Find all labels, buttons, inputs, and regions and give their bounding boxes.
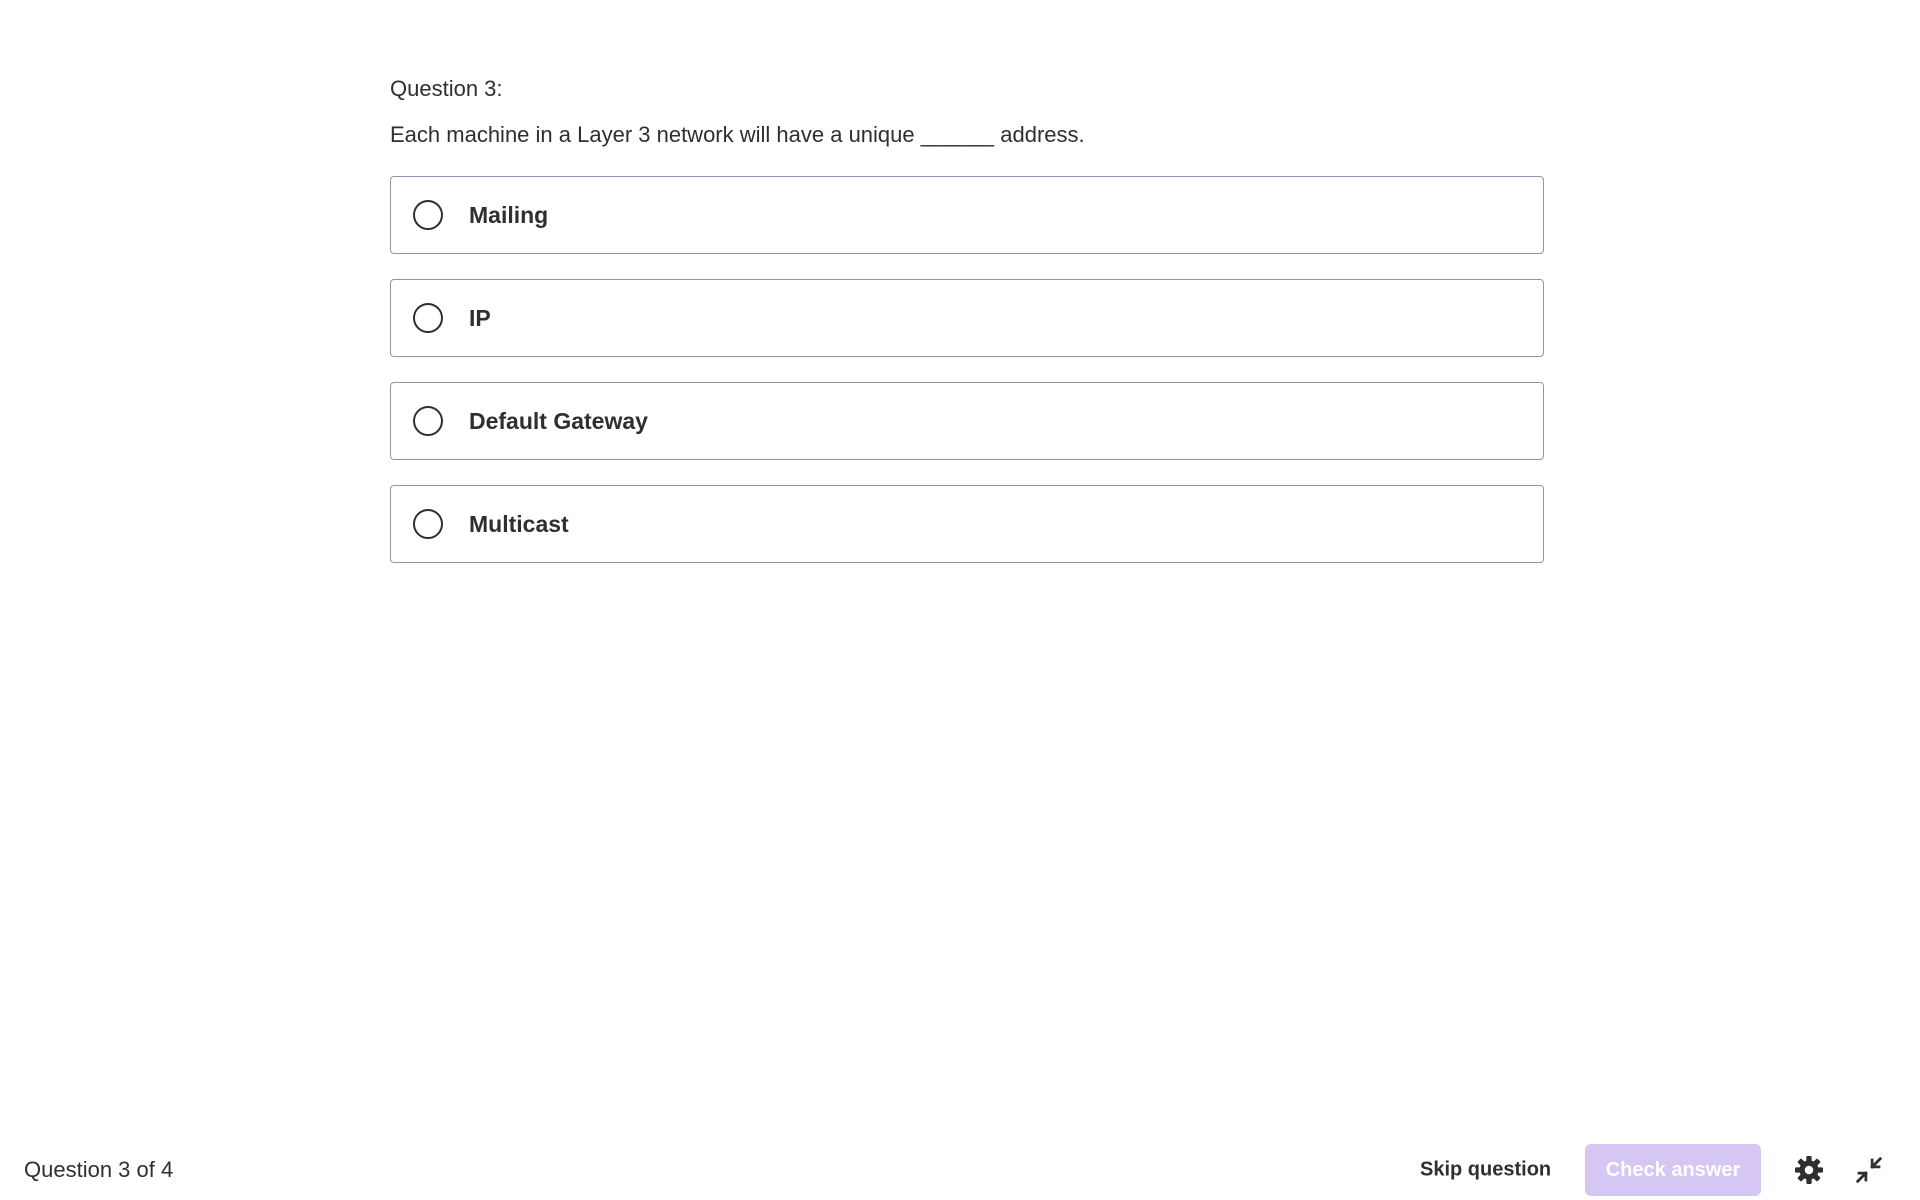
answer-label: Default Gateway [469, 407, 648, 434]
question-progress: Question 3 of 4 [24, 1157, 174, 1182]
answer-option-multicast[interactable]: Multicast [390, 485, 1544, 563]
skip-question-button[interactable]: Skip question [1420, 1159, 1551, 1182]
radio-button[interactable] [413, 200, 443, 230]
quiz-footer: Question 3 of 4 Skip question Check answ… [0, 1140, 1920, 1200]
settings-button[interactable] [1791, 1152, 1827, 1188]
collapse-icon [1855, 1156, 1883, 1184]
gear-icon [1795, 1156, 1823, 1184]
answer-option-mailing[interactable]: Mailing [390, 176, 1544, 254]
answer-list: Mailing IP Default Gateway Multicast [390, 176, 1544, 563]
question-number: Question 3: [390, 76, 503, 101]
answer-option-default-gateway[interactable]: Default Gateway [390, 382, 1544, 460]
answer-option-ip[interactable]: IP [390, 279, 1544, 357]
quiz-panel: Question 3: Each machine in a Layer 3 ne… [390, 72, 1544, 588]
exit-fullscreen-button[interactable] [1851, 1152, 1887, 1188]
answer-label: Multicast [469, 510, 569, 537]
answer-label: Mailing [469, 201, 549, 228]
radio-button[interactable] [413, 406, 443, 436]
answer-label: IP [469, 304, 491, 331]
question-prompt: Each machine in a Layer 3 network will h… [390, 122, 1085, 147]
check-answer-button[interactable]: Check answer [1585, 1144, 1761, 1196]
radio-button[interactable] [413, 509, 443, 539]
radio-button[interactable] [413, 303, 443, 333]
